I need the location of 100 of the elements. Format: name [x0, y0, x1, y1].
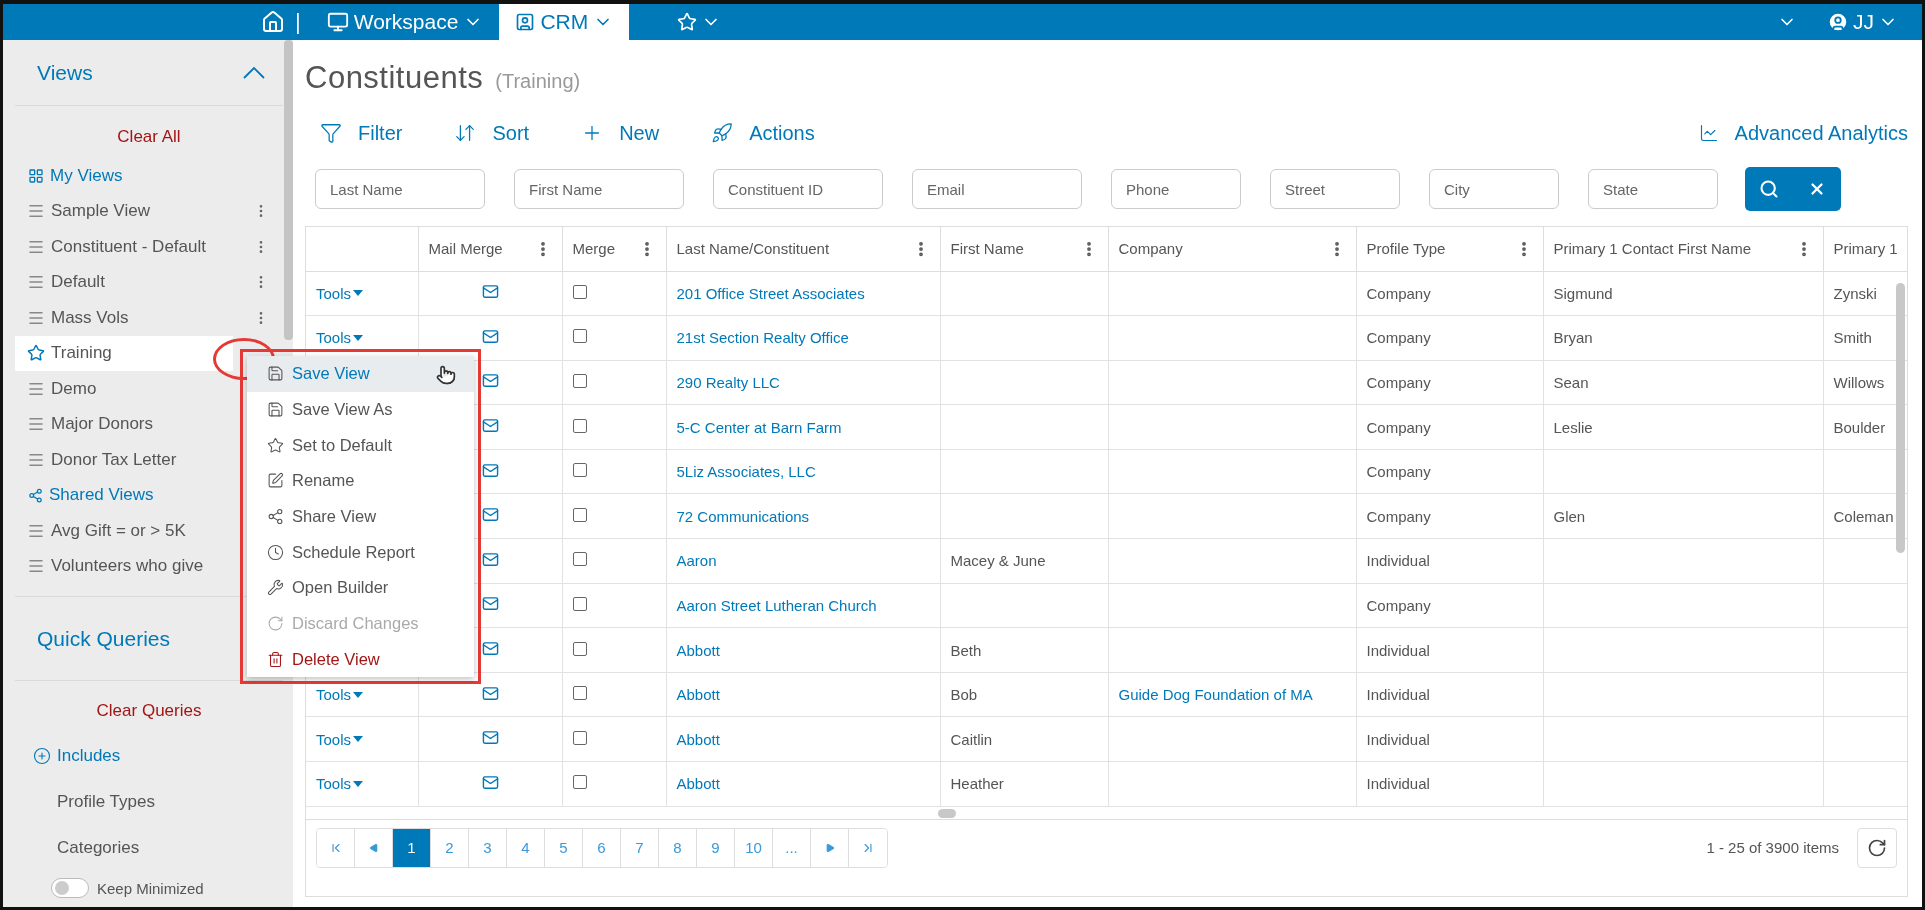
- toolbar-button[interactable]: New: [566, 121, 675, 145]
- constituent-link[interactable]: Aaron Street Lutheran Church: [676, 596, 877, 614]
- menu-item[interactable]: Save View: [247, 356, 474, 392]
- analytics-button[interactable]: Advanced Analytics: [1683, 121, 1908, 145]
- constituent-link[interactable]: 21st Section Realty Office: [676, 329, 849, 347]
- mail-icon[interactable]: [481, 506, 499, 524]
- merge-checkbox[interactable]: [572, 374, 587, 388]
- view-item[interactable]: Constituent - Default: [15, 229, 283, 265]
- tools-dropdown[interactable]: Tools: [316, 329, 364, 347]
- mail-icon[interactable]: [481, 773, 499, 791]
- query-item[interactable]: Profile Types: [57, 792, 155, 812]
- view-item[interactable]: Mass Vols: [15, 300, 283, 336]
- mail-icon[interactable]: [481, 640, 499, 658]
- constituent-link[interactable]: 5-C Center at Barn Farm: [676, 418, 842, 436]
- tools-dropdown[interactable]: Tools: [316, 686, 364, 704]
- mail-icon[interactable]: [481, 684, 499, 702]
- column-header[interactable]: Profile Type: [1366, 240, 1446, 258]
- filter-field[interactable]: City: [1429, 169, 1559, 209]
- toolbar-button[interactable]: Filter: [305, 121, 418, 145]
- column-header[interactable]: Company: [1118, 240, 1183, 258]
- column-header[interactable]: Mail Merge: [428, 240, 503, 258]
- star-icon: [677, 12, 698, 32]
- filter-field[interactable]: First Name: [514, 169, 684, 209]
- scrollbar-thumb[interactable]: [1896, 283, 1905, 553]
- query-item[interactable]: Includes: [57, 746, 121, 766]
- mail-icon[interactable]: [481, 372, 499, 390]
- page-subtitle: (Training): [495, 70, 581, 93]
- table-cell: Coleman: [1833, 507, 1894, 525]
- menu-item[interactable]: Delete View: [247, 641, 474, 678]
- nav-tab[interactable]: Workspace: [310, 4, 500, 40]
- view-item[interactable]: Training: [15, 335, 233, 371]
- constituent-link[interactable]: Aaron: [676, 552, 717, 570]
- filter-field[interactable]: Email: [912, 169, 1082, 209]
- menu-item[interactable]: Schedule Report: [247, 534, 474, 571]
- menu-item[interactable]: Open Builder: [247, 570, 474, 606]
- column-header[interactable]: First Name: [950, 240, 1024, 258]
- add-icon[interactable]: [33, 747, 51, 765]
- view-group[interactable]: My Views: [15, 158, 283, 194]
- menu-item[interactable]: Save View As: [247, 391, 474, 428]
- constituent-link[interactable]: Abbott: [676, 641, 720, 659]
- mail-icon[interactable]: [481, 417, 499, 435]
- menu-item[interactable]: Set to Default: [247, 427, 474, 464]
- merge-checkbox[interactable]: [572, 686, 587, 701]
- filter-field[interactable]: State: [1588, 169, 1718, 209]
- table-cell: Sigmund: [1553, 284, 1613, 302]
- filter-field[interactable]: Last Name: [315, 169, 485, 209]
- view-item[interactable]: Sample View: [15, 193, 283, 229]
- constituent-link[interactable]: 201 Office Street Associates: [676, 284, 865, 302]
- merge-checkbox[interactable]: [572, 641, 587, 656]
- merge-checkbox[interactable]: [572, 596, 587, 611]
- constituent-link[interactable]: 72 Communications: [676, 507, 810, 525]
- column-header[interactable]: Last Name/Constituent: [676, 240, 830, 258]
- mail-icon[interactable]: [481, 729, 499, 747]
- constituent-link[interactable]: Abbott: [676, 730, 720, 748]
- constituent-link[interactable]: 5Liz Associates, LLC: [676, 463, 816, 481]
- merge-checkbox[interactable]: [572, 775, 587, 790]
- table-cell: Beth: [950, 641, 982, 659]
- scrollbar-thumb[interactable]: [284, 40, 293, 340]
- constituent-link[interactable]: Abbott: [676, 686, 720, 704]
- tools-dropdown[interactable]: Tools: [316, 775, 364, 793]
- toolbar-button[interactable]: Actions: [696, 121, 830, 145]
- scrollbar-thumb[interactable]: [938, 809, 956, 818]
- merge-checkbox[interactable]: [572, 418, 587, 433]
- merge-checkbox[interactable]: [572, 730, 587, 745]
- home-icon[interactable]: [261, 10, 285, 34]
- mail-icon[interactable]: [481, 595, 499, 613]
- merge-checkbox[interactable]: [572, 507, 587, 522]
- merge-checkbox[interactable]: [572, 552, 587, 567]
- company-link[interactable]: Guide Dog Foundation of MA: [1118, 686, 1313, 704]
- column-header[interactable]: Primary 1 Contact First Name: [1553, 240, 1752, 258]
- user-menu[interactable]: JJ: [1819, 4, 1906, 40]
- mail-icon[interactable]: [481, 327, 499, 345]
- mail-icon[interactable]: [481, 461, 499, 479]
- refresh-button[interactable]: [1857, 827, 1897, 868]
- filter-field[interactable]: Constituent ID: [713, 169, 883, 209]
- constituent-link[interactable]: 290 Realty LLC: [676, 374, 780, 391]
- tools-dropdown[interactable]: Tools: [316, 284, 364, 302]
- mail-icon[interactable]: [481, 283, 499, 301]
- merge-checkbox[interactable]: [572, 284, 587, 299]
- filter-field[interactable]: Phone: [1111, 169, 1241, 209]
- column-header[interactable]: Primary 1: [1833, 240, 1898, 258]
- collapse-button[interactable]: [243, 66, 265, 79]
- merge-checkbox[interactable]: [572, 463, 587, 478]
- tools-dropdown[interactable]: Tools: [316, 730, 364, 748]
- column-header[interactable]: Merge: [572, 240, 616, 258]
- constituent-link[interactable]: Abbott: [676, 775, 720, 793]
- query-item[interactable]: Categories: [57, 838, 140, 858]
- merge-checkbox[interactable]: [572, 329, 587, 344]
- view-item[interactable]: Default: [15, 264, 283, 300]
- toolbar-button[interactable]: Sort: [439, 121, 545, 145]
- toggle-switch[interactable]: [51, 878, 89, 898]
- menu-item[interactable]: Rename: [247, 463, 474, 499]
- mail-icon[interactable]: [481, 550, 499, 568]
- filter-field[interactable]: Street: [1270, 169, 1400, 209]
- clear-all-link[interactable]: Clear All: [117, 127, 181, 147]
- nav-tab[interactable]: CRM: [499, 4, 630, 40]
- clear-queries-link[interactable]: Clear Queries: [96, 701, 202, 721]
- menu-item[interactable]: Share View: [247, 498, 474, 535]
- page-button[interactable]: 1: [393, 828, 431, 867]
- contact-card-icon: [515, 12, 536, 32]
